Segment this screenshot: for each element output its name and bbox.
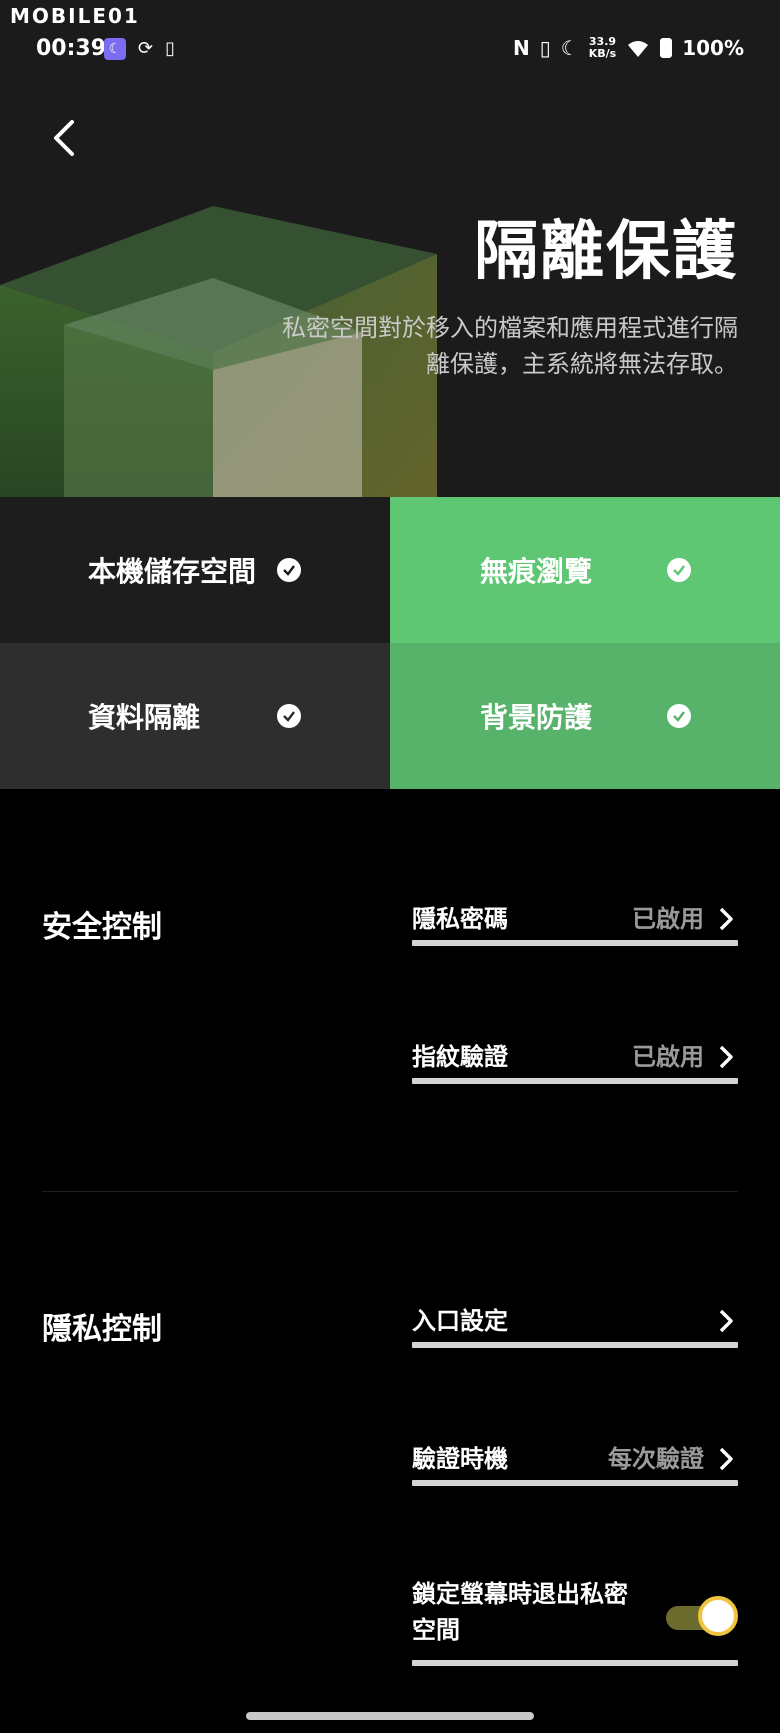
row-underline xyxy=(412,1078,738,1084)
check-icon xyxy=(667,704,691,728)
moon-icon: ☾ xyxy=(560,36,579,60)
row-value: 每次驗證 xyxy=(608,1445,704,1473)
chevron-right-icon xyxy=(719,1447,733,1471)
hero-banner: 隔離保護 私密空間對於移入的檔案和應用程式進行隔離保護，主系統將無法存取。 xyxy=(0,70,780,497)
check-icon xyxy=(277,704,301,728)
row-underline xyxy=(412,1480,738,1486)
back-button[interactable] xyxy=(44,110,84,166)
row-label: 隱私密碼 xyxy=(412,905,508,933)
vibrate-icon: ▯ xyxy=(539,36,551,60)
section-title-security: 安全控制 xyxy=(42,910,162,945)
section-divider xyxy=(42,1191,738,1192)
row-value: 已啟用 xyxy=(632,1043,704,1071)
chevron-right-icon xyxy=(719,1309,733,1333)
feature-label: 資料隔離 xyxy=(88,701,201,734)
status-bar: MOBILE01 00:39 ☾ ⟳ ▯ N ▯ ☾ 33.9 KB/s 100… xyxy=(0,0,780,70)
clock: 00:39 xyxy=(36,36,107,61)
sync-icon: ⟳ xyxy=(138,38,154,59)
row-fingerprint[interactable]: 指紋驗證 已啟用 xyxy=(412,1040,738,1084)
feature-grid: 本機儲存空間 無痕瀏覽 資料隔離 背景防護 xyxy=(0,497,780,790)
chevron-left-icon xyxy=(54,120,74,156)
moon-badge-icon: ☾ xyxy=(104,38,126,60)
feature-tile-local-storage: 本機儲存空間 xyxy=(0,497,390,643)
gesture-nav-handle[interactable] xyxy=(246,1712,534,1720)
feature-tile-background-protection: 背景防護 xyxy=(390,643,780,789)
feature-label: 背景防護 xyxy=(480,701,593,734)
network-speed: 33.9 KB/s xyxy=(589,36,616,60)
battery-icon xyxy=(660,38,673,58)
row-underline xyxy=(412,1660,738,1666)
watermark-text: MOBILE01 xyxy=(10,4,140,28)
row-label: 鎖定螢幕時退出私密空間 xyxy=(412,1580,628,1644)
nfc-icon: N xyxy=(513,36,530,60)
system-icons: N ▯ ☾ 33.9 KB/s 100% xyxy=(513,36,744,61)
feature-tile-data-isolation: 資料隔離 xyxy=(0,643,390,789)
row-underline xyxy=(412,940,738,946)
notification-icons: ☾ ⟳ ▯ xyxy=(104,38,175,60)
row-label: 入口設定 xyxy=(412,1307,508,1335)
check-icon xyxy=(277,558,301,582)
page-subtitle: 私密空間對於移入的檔案和應用程式進行隔離保護，主系統將無法存取。 xyxy=(282,314,738,378)
page-title: 隔離保護 xyxy=(474,215,738,289)
battery-level: 100% xyxy=(682,36,744,60)
chevron-right-icon xyxy=(719,1045,733,1069)
row-entry-settings[interactable]: 入口設定 xyxy=(412,1304,738,1348)
row-exit-on-lock[interactable]: 鎖定螢幕時退出私密空間 xyxy=(412,1576,738,1666)
wifi-icon xyxy=(628,41,649,57)
feature-tile-incognito: 無痕瀏覽 xyxy=(390,497,780,643)
feature-label: 無痕瀏覽 xyxy=(480,555,593,588)
row-underline xyxy=(412,1342,738,1348)
chevron-right-icon xyxy=(719,907,733,931)
toggle-knob xyxy=(698,1596,738,1636)
section-title-privacy: 隱私控制 xyxy=(42,1312,162,1347)
row-label: 指紋驗證 xyxy=(412,1043,508,1071)
row-verification-timing[interactable]: 驗證時機 每次驗證 xyxy=(412,1442,738,1486)
row-value: 已啟用 xyxy=(632,905,704,933)
check-icon xyxy=(667,558,691,582)
speed-unit: KB/s xyxy=(588,47,617,60)
row-privacy-password[interactable]: 隱私密碼 已啟用 xyxy=(412,902,738,946)
exit-on-lock-toggle[interactable] xyxy=(662,1594,738,1642)
phone-icon: ▯ xyxy=(165,38,175,59)
row-label: 驗證時機 xyxy=(412,1445,508,1473)
feature-label: 本機儲存空間 xyxy=(88,555,257,588)
